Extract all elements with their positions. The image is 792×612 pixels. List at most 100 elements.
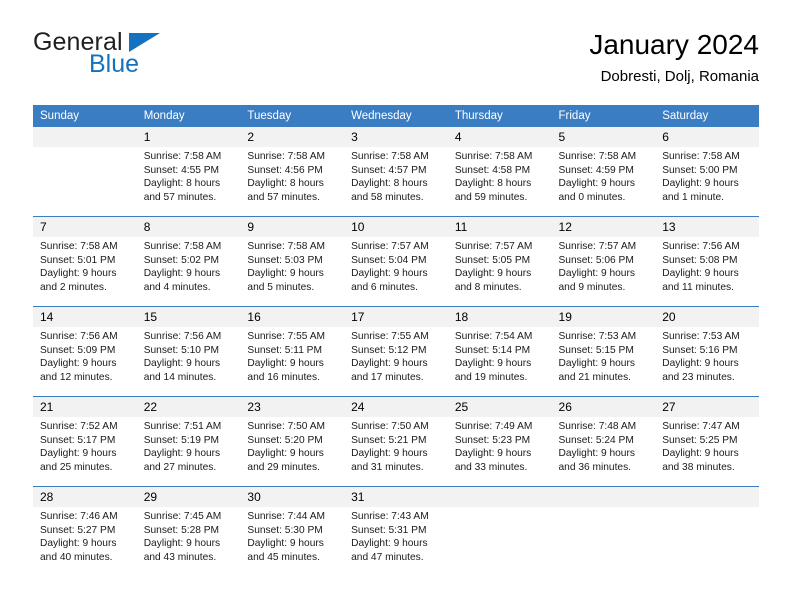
- sunrise-text: Sunrise: 7:58 AM: [662, 151, 740, 162]
- day-cell[interactable]: 4 Sunrise: 7:58 AM Sunset: 4:58 PM Daylight…: [447, 127, 552, 217]
- day-cell[interactable]: 13 Sunrise: 7:56 AM Sunset: 5:08 PM Dayligh…: [655, 216, 759, 307]
- day-cell[interactable]: [33, 127, 137, 217]
- daylight-text-line2: and 19 minutes.: [454, 371, 528, 383]
- day-details: Sunrise: 7:53 AM Sunset: 5:15 PM Daylight:…: [552, 327, 656, 384]
- day-cell[interactable]: 12 Sunrise: 7:57 AM Sunset: 5:06 PM Dayligh…: [551, 216, 656, 307]
- page-header: General Blue January 2024 Dobresti, Dolj…: [33, 28, 759, 100]
- sunrise-text: Sunrise: 7:43 AM: [351, 511, 429, 522]
- day-details: Sunrise: 7:58 AM Sunset: 5:02 PM Daylight:…: [137, 237, 241, 294]
- day-cell[interactable]: 29 Sunrise: 7:45 AM Sunset: 5:28 PM Dayligh…: [136, 486, 241, 576]
- day-cell[interactable]: 24 Sunrise: 7:50 AM Sunset: 5:21 PM Dayligh…: [344, 396, 448, 487]
- day-cell[interactable]: 16 Sunrise: 7:55 AM Sunset: 5:11 PM Dayligh…: [240, 306, 345, 397]
- day-cell[interactable]: 7 Sunrise: 7:58 AM Sunset: 5:01 PM Daylight…: [33, 216, 137, 307]
- daylight-text-line1: Daylight: 8 hours: [143, 178, 221, 190]
- daylight-text-line2: and 11 minutes.: [662, 281, 734, 293]
- day-cell[interactable]: 5 Sunrise: 7:58 AM Sunset: 4:59 PM Daylight…: [551, 127, 656, 217]
- day-number: [655, 487, 759, 507]
- sunrise-text: Sunrise: 7:50 AM: [351, 421, 429, 432]
- sunset-text: Sunset: 5:24 PM: [558, 434, 634, 446]
- day-cell[interactable]: 8 Sunrise: 7:58 AM Sunset: 5:02 PM Daylight…: [136, 216, 241, 307]
- day-details: Sunrise: 7:48 AM Sunset: 5:24 PM Daylight:…: [552, 417, 656, 474]
- sunrise-text: Sunrise: 7:58 AM: [558, 151, 637, 162]
- day-cell[interactable]: 28 Sunrise: 7:46 AM Sunset: 5:27 PM Dayligh…: [33, 486, 137, 576]
- day-cell[interactable]: 25 Sunrise: 7:49 AM Sunset: 5:23 PM Dayligh…: [447, 396, 552, 487]
- sunset-text: Sunset: 5:25 PM: [662, 434, 738, 446]
- day-cell[interactable]: 17 Sunrise: 7:55 AM Sunset: 5:12 PM Dayligh…: [344, 306, 448, 397]
- day-details: [655, 507, 759, 510]
- sunset-text: Sunset: 5:14 PM: [454, 344, 531, 356]
- day-number: 20: [655, 307, 759, 327]
- daylight-text-line1: Daylight: 9 hours: [662, 358, 739, 370]
- day-number: 12: [551, 217, 656, 237]
- daylight-text-line2: and 6 minutes.: [351, 281, 418, 293]
- sunset-text: Sunset: 5:10 PM: [143, 344, 220, 356]
- day-cell[interactable]: [655, 486, 759, 576]
- sunset-text: Sunset: 5:00 PM: [662, 164, 738, 176]
- daylight-text-line2: and 40 minutes.: [40, 551, 113, 563]
- day-cell[interactable]: 18 Sunrise: 7:54 AM Sunset: 5:14 PM Dayligh…: [447, 306, 552, 397]
- sunrise-text: Sunrise: 7:49 AM: [454, 421, 533, 432]
- day-number: 17: [344, 307, 448, 327]
- day-cell[interactable]: 30 Sunrise: 7:44 AM Sunset: 5:30 PM Dayligh…: [240, 486, 345, 576]
- day-details: Sunrise: 7:58 AM Sunset: 4:57 PM Daylight:…: [344, 147, 448, 204]
- daylight-text-line1: Daylight: 9 hours: [558, 178, 635, 190]
- day-cell[interactable]: 21 Sunrise: 7:52 AM Sunset: 5:17 PM Dayligh…: [33, 396, 137, 487]
- day-number: 16: [240, 307, 345, 327]
- day-details: Sunrise: 7:47 AM Sunset: 5:25 PM Daylight:…: [655, 417, 759, 474]
- general-blue-logo[interactable]: General Blue: [33, 28, 333, 90]
- sunrise-text: Sunrise: 7:46 AM: [40, 511, 118, 522]
- daylight-text-line1: Daylight: 8 hours: [351, 178, 428, 190]
- day-cell[interactable]: 19 Sunrise: 7:53 AM Sunset: 5:15 PM Dayligh…: [551, 306, 656, 397]
- day-cell[interactable]: 15 Sunrise: 7:56 AM Sunset: 5:10 PM Dayligh…: [136, 306, 241, 397]
- sunrise-text: Sunrise: 7:58 AM: [40, 241, 118, 252]
- day-number: 26: [551, 397, 656, 417]
- day-number: 7: [33, 217, 137, 237]
- day-number: 23: [240, 397, 345, 417]
- day-cell[interactable]: 23 Sunrise: 7:50 AM Sunset: 5:20 PM Dayligh…: [240, 396, 345, 487]
- sunrise-text: Sunrise: 7:58 AM: [247, 241, 325, 252]
- week-row: 7 Sunrise: 7:58 AM Sunset: 5:01 PM Daylight…: [33, 216, 759, 307]
- daylight-text-line2: and 1 minute.: [662, 191, 724, 203]
- day-details: Sunrise: 7:44 AM Sunset: 5:30 PM Daylight:…: [240, 507, 344, 564]
- day-cell[interactable]: [447, 486, 552, 576]
- daylight-text-line1: Daylight: 9 hours: [351, 358, 428, 370]
- sunset-text: Sunset: 5:05 PM: [454, 254, 531, 266]
- day-cell[interactable]: 2 Sunrise: 7:58 AM Sunset: 4:56 PM Daylight…: [240, 127, 345, 217]
- day-cell[interactable]: [551, 486, 656, 576]
- day-cell[interactable]: 6 Sunrise: 7:58 AM Sunset: 5:00 PM Daylight…: [655, 127, 759, 217]
- daylight-text-line2: and 2 minutes.: [40, 281, 107, 293]
- daylight-text-line2: and 57 minutes.: [143, 191, 217, 203]
- day-cell[interactable]: 31 Sunrise: 7:43 AM Sunset: 5:31 PM Dayligh…: [344, 486, 448, 576]
- daylight-text-line1: Daylight: 9 hours: [40, 358, 117, 370]
- daylight-text-line1: Daylight: 9 hours: [247, 358, 324, 370]
- day-cell[interactable]: 14 Sunrise: 7:56 AM Sunset: 5:09 PM Dayligh…: [33, 306, 137, 397]
- daylight-text-line2: and 9 minutes.: [558, 281, 626, 293]
- logo-text-blue: Blue: [89, 50, 140, 78]
- day-number: 5: [551, 127, 656, 147]
- sunset-text: Sunset: 5:16 PM: [662, 344, 738, 356]
- sunset-text: Sunset: 5:31 PM: [351, 524, 427, 536]
- day-cell[interactable]: 1 Sunrise: 7:58 AM Sunset: 4:55 PM Daylight…: [136, 127, 241, 217]
- day-cell[interactable]: 9 Sunrise: 7:58 AM Sunset: 5:03 PM Daylight…: [240, 216, 345, 307]
- day-cell[interactable]: 3 Sunrise: 7:58 AM Sunset: 4:57 PM Daylight…: [344, 127, 448, 217]
- day-cell[interactable]: 26 Sunrise: 7:48 AM Sunset: 5:24 PM Dayligh…: [551, 396, 656, 487]
- calendar-page: General Blue January 2024 Dobresti, Dolj…: [0, 0, 792, 612]
- daylight-text-line2: and 33 minutes.: [454, 461, 528, 473]
- weekday-header-monday: Monday: [136, 105, 241, 127]
- sunset-text: Sunset: 5:08 PM: [662, 254, 738, 266]
- sunrise-text: Sunrise: 7:58 AM: [143, 241, 222, 252]
- day-details: Sunrise: 7:57 AM Sunset: 5:05 PM Daylight:…: [448, 237, 552, 294]
- day-number: [551, 487, 656, 507]
- day-cell[interactable]: 27 Sunrise: 7:47 AM Sunset: 5:25 PM Dayligh…: [655, 396, 759, 487]
- daylight-text-line1: Daylight: 9 hours: [143, 358, 221, 370]
- day-cell[interactable]: 22 Sunrise: 7:51 AM Sunset: 5:19 PM Dayligh…: [136, 396, 241, 487]
- daylight-text-line2: and 59 minutes.: [454, 191, 528, 203]
- sunset-text: Sunset: 5:23 PM: [454, 434, 531, 446]
- daylight-text-line2: and 12 minutes.: [40, 371, 113, 383]
- day-cell[interactable]: 20 Sunrise: 7:53 AM Sunset: 5:16 PM Dayligh…: [655, 306, 759, 397]
- day-number: 24: [344, 397, 448, 417]
- day-cell[interactable]: 11 Sunrise: 7:57 AM Sunset: 5:05 PM Dayligh…: [447, 216, 552, 307]
- daylight-text-line2: and 21 minutes.: [558, 371, 632, 383]
- day-cell[interactable]: 10 Sunrise: 7:57 AM Sunset: 5:04 PM Dayligh…: [344, 216, 448, 307]
- day-number: 29: [136, 487, 241, 507]
